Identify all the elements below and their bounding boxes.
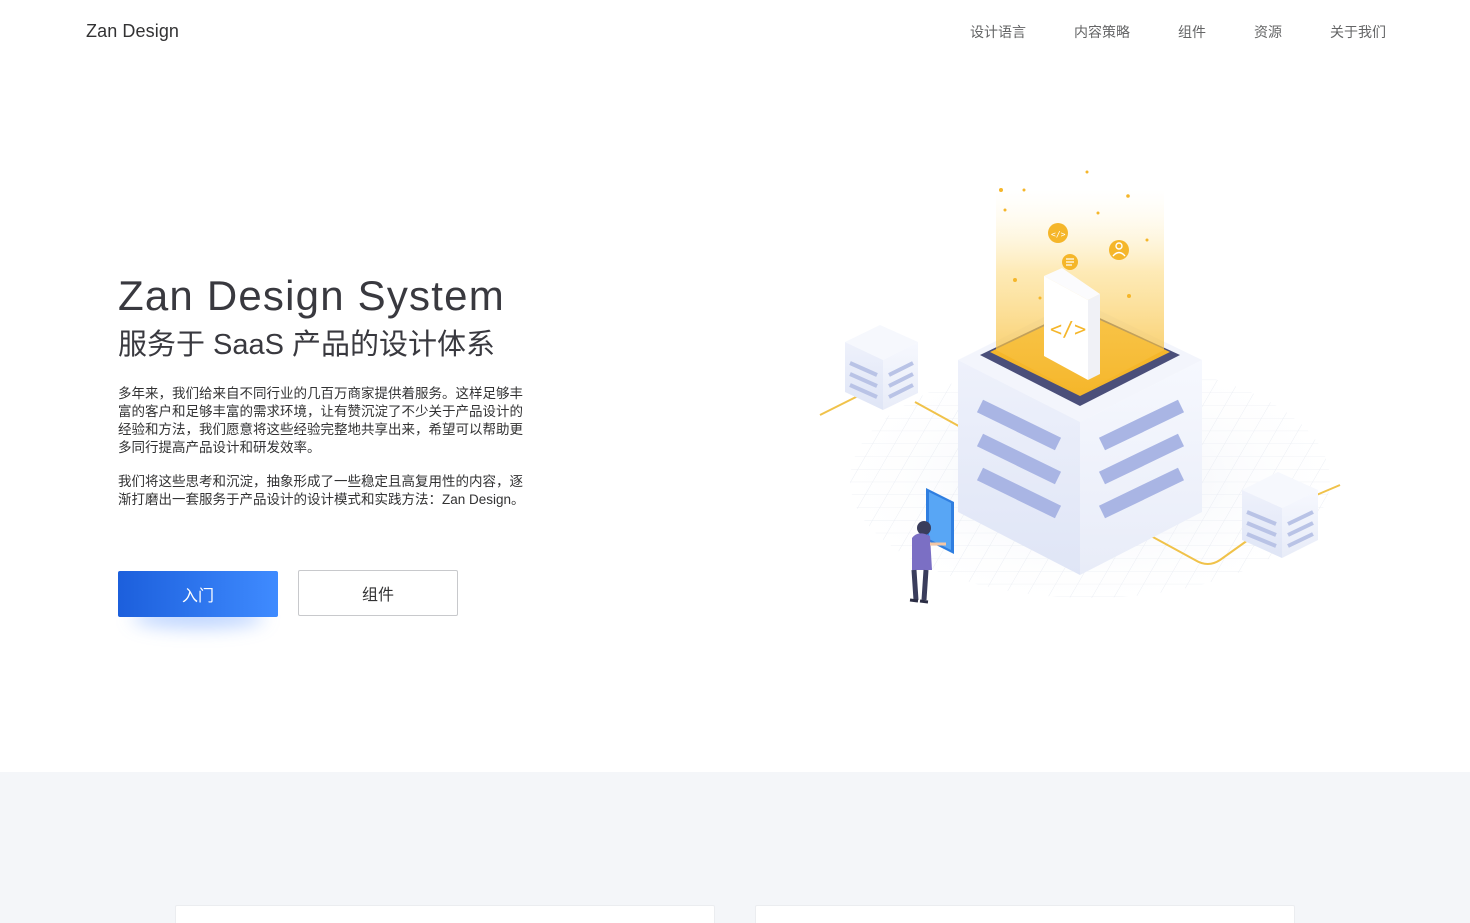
logo[interactable]: Zan Design bbox=[86, 21, 179, 42]
nav-item-components[interactable]: 组件 bbox=[1178, 23, 1206, 41]
hero-title: Zan Design System bbox=[118, 272, 505, 319]
svg-text:</>: </> bbox=[1050, 317, 1086, 341]
document-badge-icon bbox=[1062, 254, 1078, 270]
hero-illustration: </> </> bbox=[819, 170, 1350, 610]
nav-item-about-us[interactable]: 关于我们 bbox=[1330, 23, 1386, 41]
top-navigation: Zan Design 设计语言 内容策略 组件 资源 关于我们 bbox=[0, 0, 1470, 64]
features-section-background bbox=[0, 772, 1470, 923]
feature-card-right[interactable] bbox=[755, 905, 1295, 923]
components-button[interactable]: 组件 bbox=[298, 570, 458, 616]
hero-description-1: 多年来，我们给来自不同行业的几百万商家提供着服务。这样足够丰富的客户和足够丰富的… bbox=[118, 386, 523, 455]
user-badge-icon bbox=[1109, 240, 1129, 260]
nav-item-resources[interactable]: 资源 bbox=[1254, 23, 1282, 41]
nav-item-content-strategy[interactable]: 内容策略 bbox=[1074, 23, 1130, 41]
small-cube-right bbox=[1242, 472, 1318, 558]
main-menu: 设计语言 内容策略 组件 资源 关于我们 bbox=[970, 23, 1386, 41]
feature-card-left[interactable] bbox=[175, 905, 715, 923]
get-started-button[interactable]: 入门 bbox=[118, 571, 278, 617]
svg-text:</>: </> bbox=[1051, 230, 1066, 239]
hero-section: Zan Design System 服务于 SaaS 产品的设计体系 多年来，我… bbox=[118, 270, 528, 509]
hero-description-2: 我们将这些思考和沉淀，抽象形成了一些稳定且高复用性的内容，逐渐打磨出一套服务于产… bbox=[118, 474, 525, 507]
code-badge-icon: </> bbox=[1048, 223, 1068, 243]
nav-item-design-language[interactable]: 设计语言 bbox=[970, 23, 1026, 41]
hero-subtitle: 服务于 SaaS 产品的设计体系 bbox=[118, 329, 496, 361]
